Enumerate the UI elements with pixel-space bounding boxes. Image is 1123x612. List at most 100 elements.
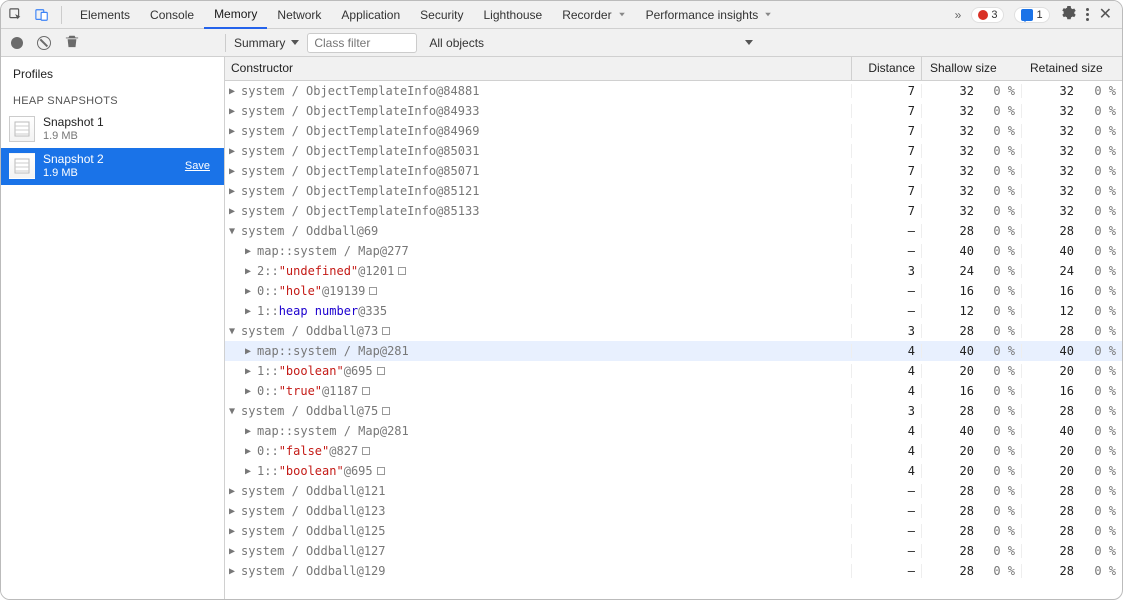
col-retained[interactable]: Retained size xyxy=(1022,57,1122,80)
tab-application[interactable]: Application xyxy=(331,1,410,29)
table-row[interactable]: ▶0 :: "false" @8274200 %200 % xyxy=(225,441,1122,461)
memory-toolbar: Summary All objects xyxy=(1,29,1122,57)
col-constructor[interactable]: Constructor xyxy=(225,57,852,80)
error-badge[interactable]: 3 xyxy=(971,7,1004,23)
table-row[interactable]: ▶system / Oddball @129–280 %280 % xyxy=(225,561,1122,581)
class-filter-input[interactable] xyxy=(307,33,417,53)
expand-arrow-icon[interactable]: ▼ xyxy=(229,406,239,417)
expand-arrow-icon[interactable]: ▶ xyxy=(245,366,255,377)
tab-performance-insights[interactable]: Performance insights xyxy=(636,1,783,29)
expand-arrow-icon[interactable]: ▼ xyxy=(229,326,239,337)
messages-badge[interactable]: 1 xyxy=(1014,7,1049,23)
table-row[interactable]: ▶map :: system / Map @277–400 %400 % xyxy=(225,241,1122,261)
expand-arrow-icon[interactable]: ▶ xyxy=(229,126,239,137)
table-row[interactable]: ▶system / Oddball @123–280 %280 % xyxy=(225,501,1122,521)
object-link-icon[interactable] xyxy=(377,367,385,375)
snapshot-name: Snapshot 2 xyxy=(43,152,177,167)
heap-snapshots-label: HEAP SNAPSHOTS xyxy=(1,85,224,111)
tab-console[interactable]: Console xyxy=(140,1,204,29)
object-link-icon[interactable] xyxy=(362,447,370,455)
expand-arrow-icon[interactable]: ▶ xyxy=(229,486,239,497)
expand-arrow-icon[interactable]: ▶ xyxy=(229,86,239,97)
object-link-icon[interactable] xyxy=(382,327,390,335)
table-row[interactable]: ▶1 :: "boolean" @6954200 %200 % xyxy=(225,361,1122,381)
table-row[interactable]: ▶1 :: heap number @335–120 %120 % xyxy=(225,301,1122,321)
expand-arrow-icon[interactable]: ▶ xyxy=(229,526,239,537)
table-row[interactable]: ▶system / Oddball @127–280 %280 % xyxy=(225,541,1122,561)
snapshot-size: 1.9 MB xyxy=(43,130,216,144)
snapshot-name: Snapshot 1 xyxy=(43,115,216,130)
table-row[interactable]: ▶system / ObjectTemplateInfo @850317320 … xyxy=(225,141,1122,161)
table-row[interactable]: ▶0 :: "hole" @19139–160 %160 % xyxy=(225,281,1122,301)
expand-arrow-icon[interactable]: ▶ xyxy=(245,386,255,397)
devtools-tabbar: ElementsConsoleMemoryNetworkApplicationS… xyxy=(1,1,1122,29)
table-row[interactable]: ▶2 :: "undefined" @12013240 %240 % xyxy=(225,261,1122,281)
snapshot-icon xyxy=(9,153,35,179)
expand-arrow-icon[interactable]: ▶ xyxy=(245,426,255,437)
clear-icon[interactable] xyxy=(37,36,51,50)
table-row[interactable]: ▶system / ObjectTemplateInfo @851337320 … xyxy=(225,201,1122,221)
table-row[interactable]: ▶0 :: "true" @11874160 %160 % xyxy=(225,381,1122,401)
table-row[interactable]: ▶map :: system / Map @2814400 %400 % xyxy=(225,341,1122,361)
tab-elements[interactable]: Elements xyxy=(70,1,140,29)
expand-arrow-icon[interactable]: ▶ xyxy=(245,346,255,357)
snapshot-item[interactable]: Snapshot 21.9 MBSave xyxy=(1,148,224,185)
object-link-icon[interactable] xyxy=(377,467,385,475)
table-row[interactable]: ▶1 :: "boolean" @6954200 %200 % xyxy=(225,461,1122,481)
device-toggle-icon[interactable] xyxy=(35,8,49,22)
col-shallow[interactable]: Shallow size xyxy=(922,57,1022,80)
delete-icon[interactable] xyxy=(65,34,79,51)
kebab-menu-icon[interactable] xyxy=(1086,8,1089,21)
table-row[interactable]: ▼system / Oddball @69–280 %280 % xyxy=(225,221,1122,241)
expand-arrow-icon[interactable]: ▶ xyxy=(229,546,239,557)
tab-lighthouse[interactable]: Lighthouse xyxy=(474,1,553,29)
object-link-icon[interactable] xyxy=(382,407,390,415)
grid-header: Constructor Distance Shallow size Retain… xyxy=(225,57,1122,81)
heap-grid: Constructor Distance Shallow size Retain… xyxy=(225,57,1122,599)
table-row[interactable]: ▼system / Oddball @733280 %280 % xyxy=(225,321,1122,341)
objects-select[interactable]: All objects xyxy=(421,36,761,50)
object-link-icon[interactable] xyxy=(398,267,406,275)
expand-arrow-icon[interactable]: ▶ xyxy=(229,566,239,577)
expand-arrow-icon[interactable]: ▶ xyxy=(245,446,255,457)
grid-body[interactable]: ▶system / ObjectTemplateInfo @848817320 … xyxy=(225,81,1122,599)
expand-arrow-icon[interactable]: ▶ xyxy=(229,206,239,217)
expand-arrow-icon[interactable]: ▶ xyxy=(245,246,255,257)
tab-memory[interactable]: Memory xyxy=(204,1,267,29)
overflow-tabs-icon[interactable]: » xyxy=(955,8,962,22)
tab-recorder[interactable]: Recorder xyxy=(552,1,635,29)
profiles-sidebar: Profiles HEAP SNAPSHOTS Snapshot 11.9 MB… xyxy=(1,57,225,599)
expand-arrow-icon[interactable]: ▶ xyxy=(245,266,255,277)
inspect-icon[interactable] xyxy=(9,8,23,22)
table-row[interactable]: ▶system / ObjectTemplateInfo @849697320 … xyxy=(225,121,1122,141)
table-row[interactable]: ▶system / Oddball @125–280 %280 % xyxy=(225,521,1122,541)
object-link-icon[interactable] xyxy=(369,287,377,295)
expand-arrow-icon[interactable]: ▶ xyxy=(229,106,239,117)
table-row[interactable]: ▶map :: system / Map @2814400 %400 % xyxy=(225,421,1122,441)
record-icon[interactable] xyxy=(11,37,23,49)
table-row[interactable]: ▶system / ObjectTemplateInfo @850717320 … xyxy=(225,161,1122,181)
settings-icon[interactable] xyxy=(1060,5,1076,24)
expand-arrow-icon[interactable]: ▼ xyxy=(229,226,239,237)
col-distance[interactable]: Distance xyxy=(852,57,922,80)
expand-arrow-icon[interactable]: ▶ xyxy=(245,306,255,317)
expand-arrow-icon[interactable]: ▶ xyxy=(245,286,255,297)
tab-network[interactable]: Network xyxy=(267,1,331,29)
save-link[interactable]: Save xyxy=(185,160,210,172)
table-row[interactable]: ▼system / Oddball @753280 %280 % xyxy=(225,401,1122,421)
expand-arrow-icon[interactable]: ▶ xyxy=(229,506,239,517)
table-row[interactable]: ▶system / ObjectTemplateInfo @849337320 … xyxy=(225,101,1122,121)
table-row[interactable]: ▶system / ObjectTemplateInfo @848817320 … xyxy=(225,81,1122,101)
snapshot-icon xyxy=(9,116,35,142)
expand-arrow-icon[interactable]: ▶ xyxy=(229,166,239,177)
tab-security[interactable]: Security xyxy=(410,1,473,29)
object-link-icon[interactable] xyxy=(362,387,370,395)
close-icon[interactable]: ✕ xyxy=(1099,7,1112,23)
table-row[interactable]: ▶system / ObjectTemplateInfo @851217320 … xyxy=(225,181,1122,201)
table-row[interactable]: ▶system / Oddball @121–280 %280 % xyxy=(225,481,1122,501)
snapshot-item[interactable]: Snapshot 11.9 MB xyxy=(1,111,224,148)
expand-arrow-icon[interactable]: ▶ xyxy=(245,466,255,477)
view-select[interactable]: Summary xyxy=(226,36,307,50)
expand-arrow-icon[interactable]: ▶ xyxy=(229,146,239,157)
expand-arrow-icon[interactable]: ▶ xyxy=(229,186,239,197)
